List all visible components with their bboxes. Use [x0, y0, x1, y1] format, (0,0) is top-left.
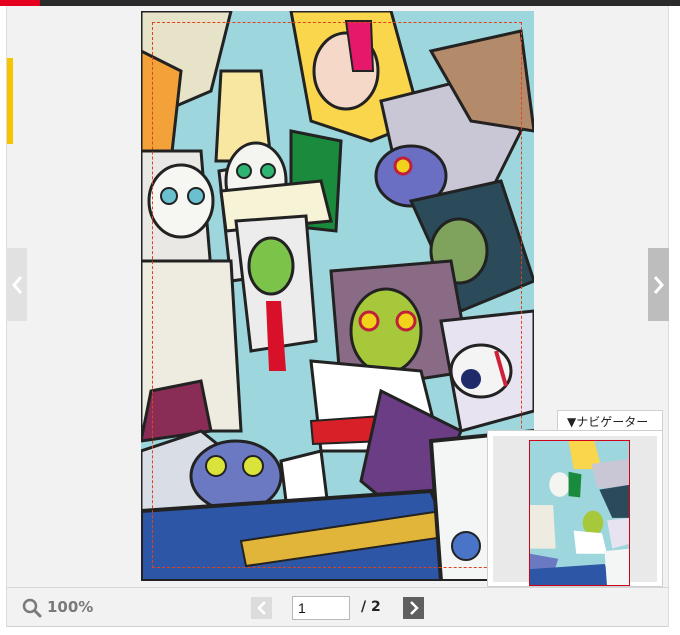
- page-image[interactable]: [141, 11, 534, 581]
- bottom-toolbar: 100% / 2: [6, 587, 669, 627]
- navigator-panel: [487, 430, 663, 587]
- thumbnail-image: [530, 441, 629, 585]
- next-page-arrow[interactable]: [648, 248, 669, 321]
- illustration: [141, 11, 534, 581]
- prev-page-button[interactable]: [251, 597, 272, 619]
- chevron-right-icon: [409, 601, 419, 615]
- chevron-right-icon: [653, 275, 664, 294]
- navigator-tab[interactable]: ▼ナビゲーター: [557, 410, 663, 432]
- viewer: ▼ナビゲーター 100% 1 / 2: [0, 0, 680, 635]
- side-tab[interactable]: [7, 58, 13, 144]
- page-number-input[interactable]: [292, 596, 350, 620]
- navigator-title: ▼ナビゲーター: [567, 415, 649, 429]
- navigator-thumbnail[interactable]: [529, 440, 630, 586]
- navigator-inner: [493, 436, 657, 586]
- next-page-button[interactable]: [403, 597, 424, 619]
- chevron-left-icon: [11, 275, 22, 294]
- zoom-level[interactable]: 100%: [47, 598, 93, 616]
- prev-page-arrow[interactable]: [6, 248, 27, 321]
- chevron-left-icon: [256, 601, 266, 615]
- magnifier-icon[interactable]: [21, 597, 43, 619]
- page-total: / 2: [361, 599, 381, 615]
